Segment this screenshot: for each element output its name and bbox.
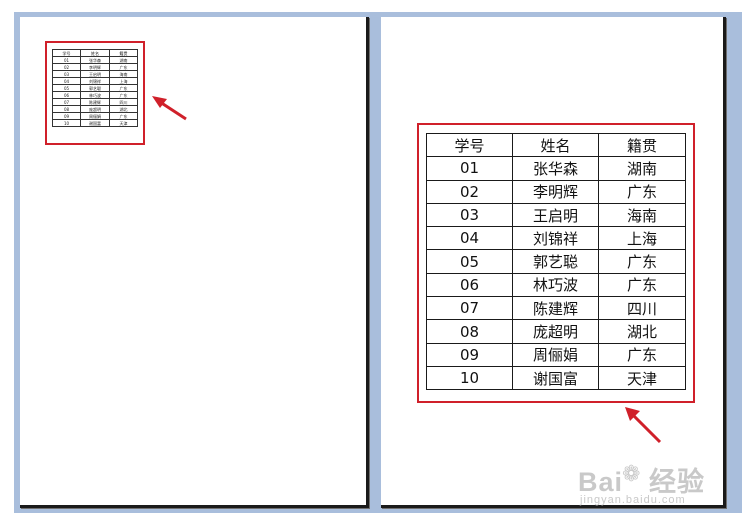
small-table-cell: 谢国富: [80, 119, 110, 127]
small-table-header-cell: 籍贯: [108, 49, 139, 57]
small-table-cell: 03: [51, 70, 82, 78]
large-table-cell: 上海: [598, 226, 686, 251]
large-table: 学号 姓名 籍贯 01 张华森 湖南 02 李明辉 广东 03 王启明 海南 04 刘锦祥 上海 05 郭艺聪广…: [426, 132, 686, 391]
large-table-row: 01 张华森 湖南: [426, 156, 686, 181]
large-table-cell: 四川: [598, 296, 686, 321]
large-table-row: 04 刘锦祥 上海: [426, 226, 686, 251]
large-table-header-cell: 学号: [426, 132, 513, 158]
small-table-cell: 周俪娟: [80, 112, 110, 120]
large-table-cell: 张华森: [512, 156, 599, 181]
small-table-cell: 张华森: [80, 56, 110, 64]
small-table-cell: 广东: [108, 91, 139, 99]
large-table-row: 06 林巧波 广东: [426, 272, 686, 298]
large-table-header-cell: 籍贯: [598, 132, 686, 158]
large-table-header-row: 学号 姓名 籍贯: [426, 132, 686, 158]
small-table: 学号 姓名 籍贯 01 张华森 湖南 02 李明辉 广东 03 王启明 海南 04 刘锦祥 上海 05 郭艺聪广…: [51, 49, 139, 127]
small-table-cell: 09: [51, 112, 82, 120]
large-table-cell: 08: [426, 319, 513, 344]
large-table-row: 03 王启明 海南: [426, 202, 686, 228]
large-table-row: 02 李明辉 广东: [426, 179, 686, 204]
large-table-cell: 广东: [598, 249, 686, 274]
small-table-header-cell: 姓名: [80, 49, 110, 57]
large-table-cell: 广东: [598, 179, 686, 204]
small-table-cell: 广东: [108, 84, 139, 92]
small-table-cell: 庞超明: [80, 105, 110, 113]
small-table-cell: 刘锦祥: [80, 77, 110, 85]
large-table-cell: 04: [426, 226, 513, 251]
small-table-cell: 01: [51, 56, 82, 64]
small-table-row: 01 张华森 湖南: [51, 56, 139, 64]
large-table-row: 09 周俪娟 广东: [426, 342, 686, 367]
small-table-highlight: 学号 姓名 籍贯 01 张华森 湖南 02 李明辉 广东 03 王启明 海南 04 刘锦祥 上海 05 郭艺聪广…: [45, 41, 145, 145]
large-table-cell: 09: [426, 342, 513, 367]
small-table-cell: 08: [51, 105, 82, 113]
large-table-cell: 06: [426, 272, 513, 298]
large-table-cell: 郭艺聪: [512, 249, 599, 274]
small-table-cell: 湖北: [108, 105, 139, 113]
large-table-cell: 庞超明: [512, 319, 599, 344]
small-table-cell: 林巧波: [80, 91, 110, 99]
large-table-cell: 广东: [598, 272, 686, 298]
large-table-cell: 湖北: [598, 319, 686, 344]
large-table-cell: 07: [426, 296, 513, 321]
large-table-cell: 陈建辉: [512, 296, 599, 321]
watermark: Bai 经验 ❁ jingyan.baidu.com: [578, 460, 743, 512]
paw-icon: ❁: [622, 461, 641, 486]
small-table-row: 05 郭艺聪 广东: [51, 84, 139, 92]
small-table-row: 10 谢国富 天津: [51, 119, 139, 127]
small-table-cell: 10: [51, 119, 82, 127]
small-table-row: 02 李明辉 广东: [51, 63, 139, 71]
small-table-cell: 海南: [108, 70, 139, 78]
small-table-cell: 06: [51, 91, 82, 99]
small-table-row: 03 王启明 海南: [51, 70, 139, 78]
small-table-cell: 郭艺聪: [80, 84, 110, 92]
small-table-cell: 四川: [108, 98, 139, 106]
small-table-cell: 湖南: [108, 56, 139, 64]
large-table-cell: 湖南: [598, 156, 686, 181]
small-table-cell: 02: [51, 63, 82, 71]
large-table-cell: 广东: [598, 342, 686, 367]
large-table-row: 10 谢国富 天津: [426, 365, 686, 391]
small-table-row: 08 庞超明 湖北: [51, 105, 139, 113]
small-table-cell: 陈建辉: [80, 98, 110, 106]
small-table-cell: 广东: [108, 112, 139, 120]
small-table-row: 09 周俪娟 广东: [51, 112, 139, 120]
large-table-cell: 01: [426, 156, 513, 181]
small-table-header-cell: 学号: [51, 49, 82, 57]
small-table-cell: 05: [51, 84, 82, 92]
watermark-url: jingyan.baidu.com: [580, 494, 686, 506]
large-table-cell: 天津: [598, 365, 686, 391]
arrow-icon: [152, 96, 187, 121]
small-table-cell: 广东: [108, 63, 139, 71]
large-table-cell: 刘锦祥: [512, 226, 599, 251]
large-table-highlight: 学号 姓名 籍贯 01 张华森 湖南 02 李明辉 广东 03 王启明 海南 04 刘锦祥 上海 05 郭艺聪广…: [417, 123, 695, 403]
small-table-header-row: 学号 姓名 籍贯: [51, 49, 139, 57]
large-table-cell: 05: [426, 249, 513, 274]
large-table-cell: 10: [426, 365, 513, 391]
large-table-cell: 03: [426, 202, 513, 228]
large-table-row: 08 庞超明 湖北: [426, 319, 686, 344]
arrow-icon: [625, 407, 662, 444]
large-table-cell: 02: [426, 179, 513, 204]
large-table-cell: 谢国富: [512, 365, 599, 391]
small-table-cell: 07: [51, 98, 82, 106]
large-table-cell: 李明辉: [512, 179, 599, 204]
large-table-cell: 王启明: [512, 202, 599, 228]
small-table-cell: 王启明: [80, 70, 110, 78]
large-table-row: 05 郭艺聪 广东: [426, 249, 686, 274]
small-table-row: 06 林巧波 广东: [51, 91, 139, 99]
large-table-cell: 周俪娟: [512, 342, 599, 367]
large-table-header-cell: 姓名: [512, 132, 599, 158]
small-table-row: 07 陈建辉 四川: [51, 98, 139, 106]
large-table-row: 07 陈建辉 四川: [426, 296, 686, 321]
small-table-cell: 李明辉: [80, 63, 110, 71]
small-table-cell: 上海: [108, 77, 139, 85]
small-table-row: 04 刘锦祥 上海: [51, 77, 139, 85]
large-table-cell: 海南: [598, 202, 686, 228]
small-table-cell: 04: [51, 77, 82, 85]
large-table-cell: 林巧波: [512, 272, 599, 298]
small-table-cell: 天津: [108, 119, 139, 127]
